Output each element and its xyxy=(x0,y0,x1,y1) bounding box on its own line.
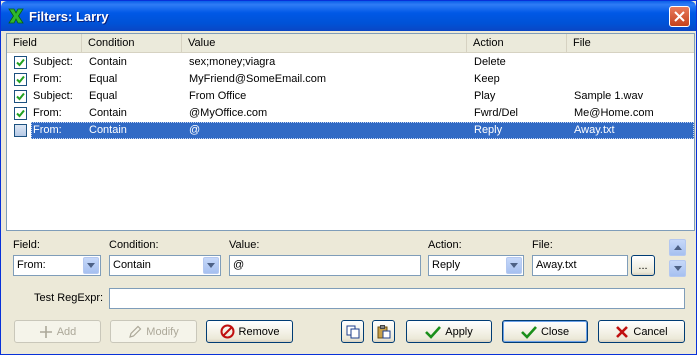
cancel-button-label: Cancel xyxy=(633,325,668,338)
title-bar[interactable]: Filters: Larry xyxy=(1,1,696,31)
no-entry-icon xyxy=(220,324,235,339)
column-header-condition[interactable]: Condition xyxy=(82,34,182,53)
chevron-down-icon[interactable] xyxy=(83,257,99,274)
checkmark-icon xyxy=(16,92,25,101)
table-row[interactable]: Subject: Equal From Office Play Sample 1… xyxy=(7,88,694,105)
close-icon xyxy=(674,11,685,22)
pencil-icon xyxy=(129,325,142,338)
cell-condition: Equal xyxy=(89,73,118,85)
checkmark-icon xyxy=(16,75,25,84)
remove-button-label: Remove xyxy=(238,325,280,338)
paste-icon xyxy=(377,324,390,338)
app-x-icon xyxy=(8,8,24,24)
remove-button[interactable]: Remove xyxy=(206,320,293,343)
arrow-down-icon xyxy=(673,266,682,271)
cell-field: Subject: xyxy=(33,56,73,68)
browse-file-button[interactable]: ... xyxy=(631,255,655,276)
regexp-label: Test RegExpr: xyxy=(34,292,104,304)
checkmark-icon xyxy=(16,109,25,118)
table-row-selected[interactable]: From: Contain @ Reply Away.txt xyxy=(7,122,694,139)
table-row[interactable]: From: Contain @MyOffice.com Fwrd/Del Me@… xyxy=(7,105,694,122)
checkmark-icon xyxy=(521,325,537,339)
cell-field: From: xyxy=(33,73,62,85)
condition-select-value: Contain xyxy=(113,259,151,271)
field-label: Field: xyxy=(13,239,40,251)
cell-value: @MyOffice.com xyxy=(189,107,268,119)
window-title: Filters: Larry xyxy=(29,9,109,24)
paste-button[interactable] xyxy=(372,320,395,343)
regexp-input[interactable] xyxy=(109,288,685,309)
cell-condition: Contain xyxy=(89,56,127,68)
table-row[interactable]: From: Equal MyFriend@SomeEmail.com Keep xyxy=(7,71,694,88)
cell-value: @ xyxy=(189,124,201,136)
close-button-label: Close xyxy=(540,325,570,338)
file-input[interactable]: Away.txt xyxy=(532,255,628,276)
chevron-down-icon[interactable] xyxy=(506,257,522,274)
cell-field: Subject: xyxy=(33,90,73,102)
cell-action: Delete xyxy=(474,56,506,68)
column-header-action[interactable]: Action xyxy=(467,34,567,53)
add-button-label: Add xyxy=(56,325,77,338)
cell-file: Away.txt xyxy=(574,124,615,136)
apply-button-label: Apply xyxy=(445,325,473,338)
cancel-button[interactable]: Cancel xyxy=(598,320,685,343)
checkmark-icon xyxy=(425,325,442,339)
cell-field: From: xyxy=(33,107,62,119)
column-header-value[interactable]: Value xyxy=(182,34,467,53)
move-up-button[interactable] xyxy=(669,239,686,256)
copy-icon xyxy=(346,325,359,338)
file-label: File: xyxy=(532,239,553,251)
window-close-button[interactable] xyxy=(669,6,690,27)
row-enabled-checkbox[interactable] xyxy=(14,107,27,120)
action-label: Action: xyxy=(428,239,462,251)
add-button[interactable]: Add xyxy=(14,320,101,343)
cell-value: From Office xyxy=(189,90,247,102)
filters-list[interactable]: Field Condition Value Action File Subjec… xyxy=(6,33,695,231)
copy-button[interactable] xyxy=(341,320,364,343)
cell-action: Fwrd/Del xyxy=(474,107,519,119)
cell-action: Play xyxy=(474,90,496,102)
x-icon xyxy=(616,325,629,338)
cell-field: From: xyxy=(33,124,62,136)
checkmark-icon xyxy=(16,58,25,67)
condition-label: Condition: xyxy=(109,239,159,251)
action-select-value: Reply xyxy=(432,259,461,271)
value-label: Value: xyxy=(229,239,260,251)
move-down-button[interactable] xyxy=(669,260,686,277)
table-row[interactable]: Subject: Contain sex;money;viagra Delete xyxy=(7,54,694,71)
cell-action: Reply xyxy=(474,124,503,136)
cell-condition: Contain xyxy=(89,107,127,119)
filters-window: Filters: Larry Field Condition Value Act… xyxy=(0,0,697,355)
value-input[interactable]: @ xyxy=(229,255,421,276)
field-select-value: From: xyxy=(17,259,46,271)
cell-value: sex;money;viagra xyxy=(189,56,276,68)
cell-condition: Contain xyxy=(89,124,127,136)
cell-condition: Equal xyxy=(89,90,118,102)
action-select[interactable]: Reply xyxy=(428,255,524,276)
close-button[interactable]: Close xyxy=(502,320,588,343)
cell-file: Me@Home.com xyxy=(574,107,654,119)
modify-button-label: Modify xyxy=(146,325,179,338)
arrow-up-icon xyxy=(673,245,682,250)
condition-select[interactable]: Contain xyxy=(109,255,221,276)
modify-button[interactable]: Modify xyxy=(110,320,197,343)
column-header-field[interactable]: Field xyxy=(7,34,82,53)
row-enabled-checkbox[interactable] xyxy=(14,56,27,69)
row-enabled-checkbox[interactable] xyxy=(14,90,27,103)
apply-button[interactable]: Apply xyxy=(406,320,492,343)
field-select[interactable]: From: xyxy=(13,255,101,276)
rule-order-spinner[interactable] xyxy=(669,239,686,279)
column-header-file[interactable]: File xyxy=(567,34,694,53)
browse-file-label: ... xyxy=(638,259,648,272)
list-header: Field Condition Value Action File xyxy=(7,34,694,53)
cell-action: Keep xyxy=(474,73,500,85)
row-enabled-checkbox[interactable] xyxy=(14,73,27,86)
row-enabled-checkbox[interactable] xyxy=(14,124,27,137)
cell-file: Sample 1.wav xyxy=(574,90,644,102)
cell-value: MyFriend@SomeEmail.com xyxy=(189,73,327,85)
plus-icon xyxy=(39,325,52,338)
chevron-down-icon[interactable] xyxy=(203,257,219,274)
